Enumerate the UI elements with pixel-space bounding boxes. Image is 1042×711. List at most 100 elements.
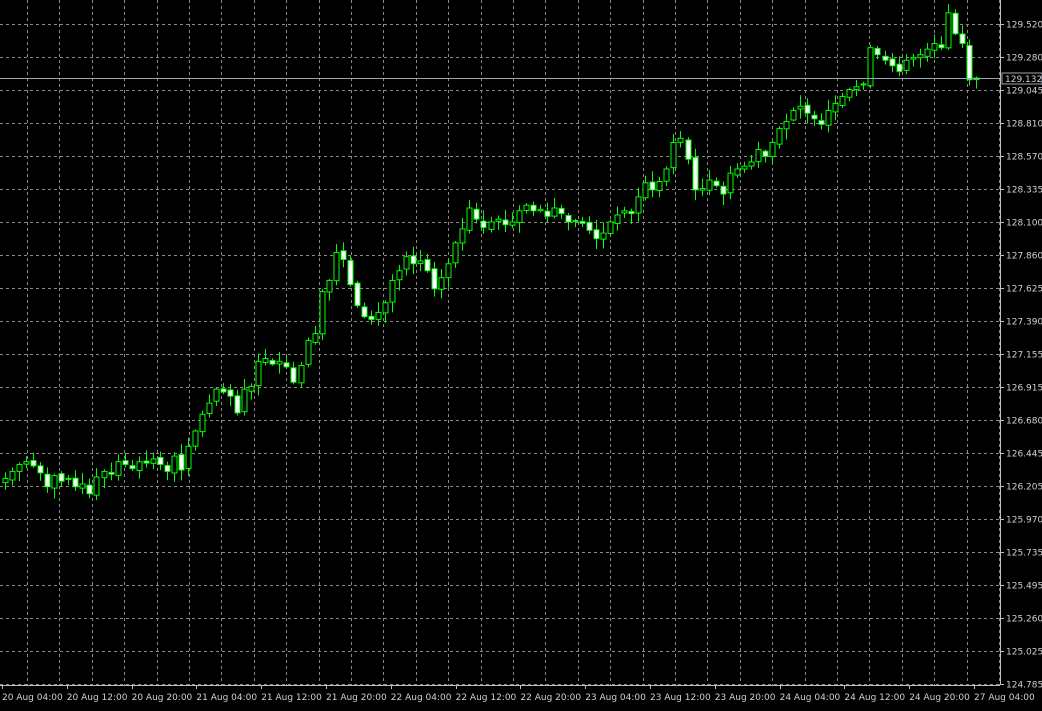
bull-candle: [319, 291, 326, 335]
bull-candle: [495, 218, 502, 222]
bear-candle: [290, 367, 297, 383]
bull-candle: [670, 141, 677, 169]
time-tick-label: 24 Aug 12:00: [844, 693, 905, 703]
bull-candle: [790, 109, 797, 121]
bear-candle: [586, 221, 593, 231]
bull-candle: [445, 263, 452, 279]
price-tick-label: 128.335: [1006, 186, 1042, 196]
price-tick-label: 125.970: [1006, 516, 1042, 526]
bull-candle: [706, 179, 713, 191]
bull-candle: [776, 128, 783, 145]
bear-candle: [938, 44, 945, 49]
bull-candle: [298, 364, 305, 384]
bull-candle: [403, 256, 410, 270]
bull-candle: [741, 165, 748, 170]
price-tick-label: 126.445: [1006, 450, 1042, 460]
bull-candle: [9, 470, 16, 481]
bear-candle: [157, 456, 164, 465]
bull-candle: [635, 196, 642, 214]
price-tick-label: 128.100: [1006, 219, 1042, 229]
bear-candle: [762, 150, 769, 157]
bull-candle: [537, 208, 544, 212]
bull-candle: [839, 95, 846, 106]
bear-candle: [818, 120, 825, 125]
bull-candle: [459, 228, 466, 244]
bear-candle: [72, 477, 79, 488]
price-tick-label: 128.810: [1006, 120, 1042, 130]
current-price-label: 129.132: [1001, 72, 1042, 85]
bear-candle: [959, 33, 966, 45]
bull-candle: [171, 455, 178, 474]
bear-candle: [129, 465, 136, 470]
current-price-text: 129.132: [1005, 75, 1042, 85]
bear-candle: [811, 114, 818, 120]
bull-candle: [16, 463, 23, 472]
bull-candle: [305, 339, 312, 365]
bull-candle: [2, 477, 9, 484]
price-tick-label: 125.025: [1006, 648, 1042, 658]
bear-candle: [227, 389, 234, 397]
bear-candle: [347, 260, 354, 286]
bear-candle: [966, 44, 973, 81]
bull-candle: [241, 388, 248, 413]
bull-candle: [23, 461, 30, 465]
bull-candle: [607, 221, 614, 234]
bear-candle: [283, 362, 290, 368]
price-tick-label: 128.570: [1006, 153, 1042, 163]
bull-candle: [93, 476, 100, 496]
bull-candle: [115, 461, 122, 476]
bull-candle: [797, 105, 804, 110]
time-tick-label: 21 Aug 04:00: [196, 693, 257, 703]
bull-candle: [769, 141, 776, 158]
price-tick-label: 129.280: [1006, 54, 1042, 64]
time-tick-label: 23 Aug 12:00: [650, 693, 711, 703]
bull-candle: [509, 221, 516, 226]
bull-candle: [276, 360, 283, 365]
bear-candle: [143, 460, 150, 464]
price-tick-label: 127.625: [1006, 285, 1042, 295]
time-tick-label: 24 Aug 04:00: [780, 693, 841, 703]
time-tick-label: 21 Aug 12:00: [261, 693, 322, 703]
bear-candle: [86, 484, 93, 495]
bull-candle: [931, 43, 938, 51]
bull-candle: [614, 214, 621, 224]
bull-candle: [600, 232, 607, 240]
bull-candle: [150, 458, 157, 464]
bull-candle: [621, 210, 628, 214]
time-tick-label: 20 Aug 20:00: [132, 693, 193, 703]
bear-candle: [220, 388, 227, 393]
bear-candle: [480, 220, 487, 229]
bull-candle: [699, 187, 706, 191]
bull-candle: [213, 388, 220, 402]
bull-candle: [523, 204, 530, 211]
bear-candle: [649, 181, 656, 191]
bull-candle: [642, 182, 649, 199]
bull-candle: [199, 413, 206, 433]
bull-candle: [51, 475, 58, 489]
bear-candle: [565, 215, 572, 223]
bull-candle: [185, 445, 192, 470]
bull-candle: [945, 12, 952, 49]
time-tick-label: 23 Aug 20:00: [715, 693, 776, 703]
bull-candle: [312, 332, 319, 343]
bull-candle: [656, 181, 663, 192]
bear-candle: [368, 315, 375, 321]
bear-candle: [178, 454, 185, 471]
bull-candle: [910, 56, 917, 60]
bull-candle: [192, 430, 199, 447]
bull-candle: [101, 470, 108, 479]
bear-candle: [558, 207, 565, 215]
bear-candle: [122, 460, 129, 465]
bull-candle: [333, 252, 340, 282]
bull-candle: [466, 207, 473, 231]
bull-candle: [867, 47, 874, 87]
bull-candle: [417, 260, 424, 265]
bear-candle: [58, 473, 65, 482]
bull-candle: [79, 483, 86, 489]
bear-candle: [502, 219, 509, 226]
time-tick-label: 27 Aug 04:00: [974, 693, 1035, 703]
bear-candle: [44, 473, 51, 488]
bull-candle: [551, 207, 558, 217]
bear-candle: [579, 220, 586, 224]
price-tick-label: 127.155: [1006, 351, 1042, 361]
